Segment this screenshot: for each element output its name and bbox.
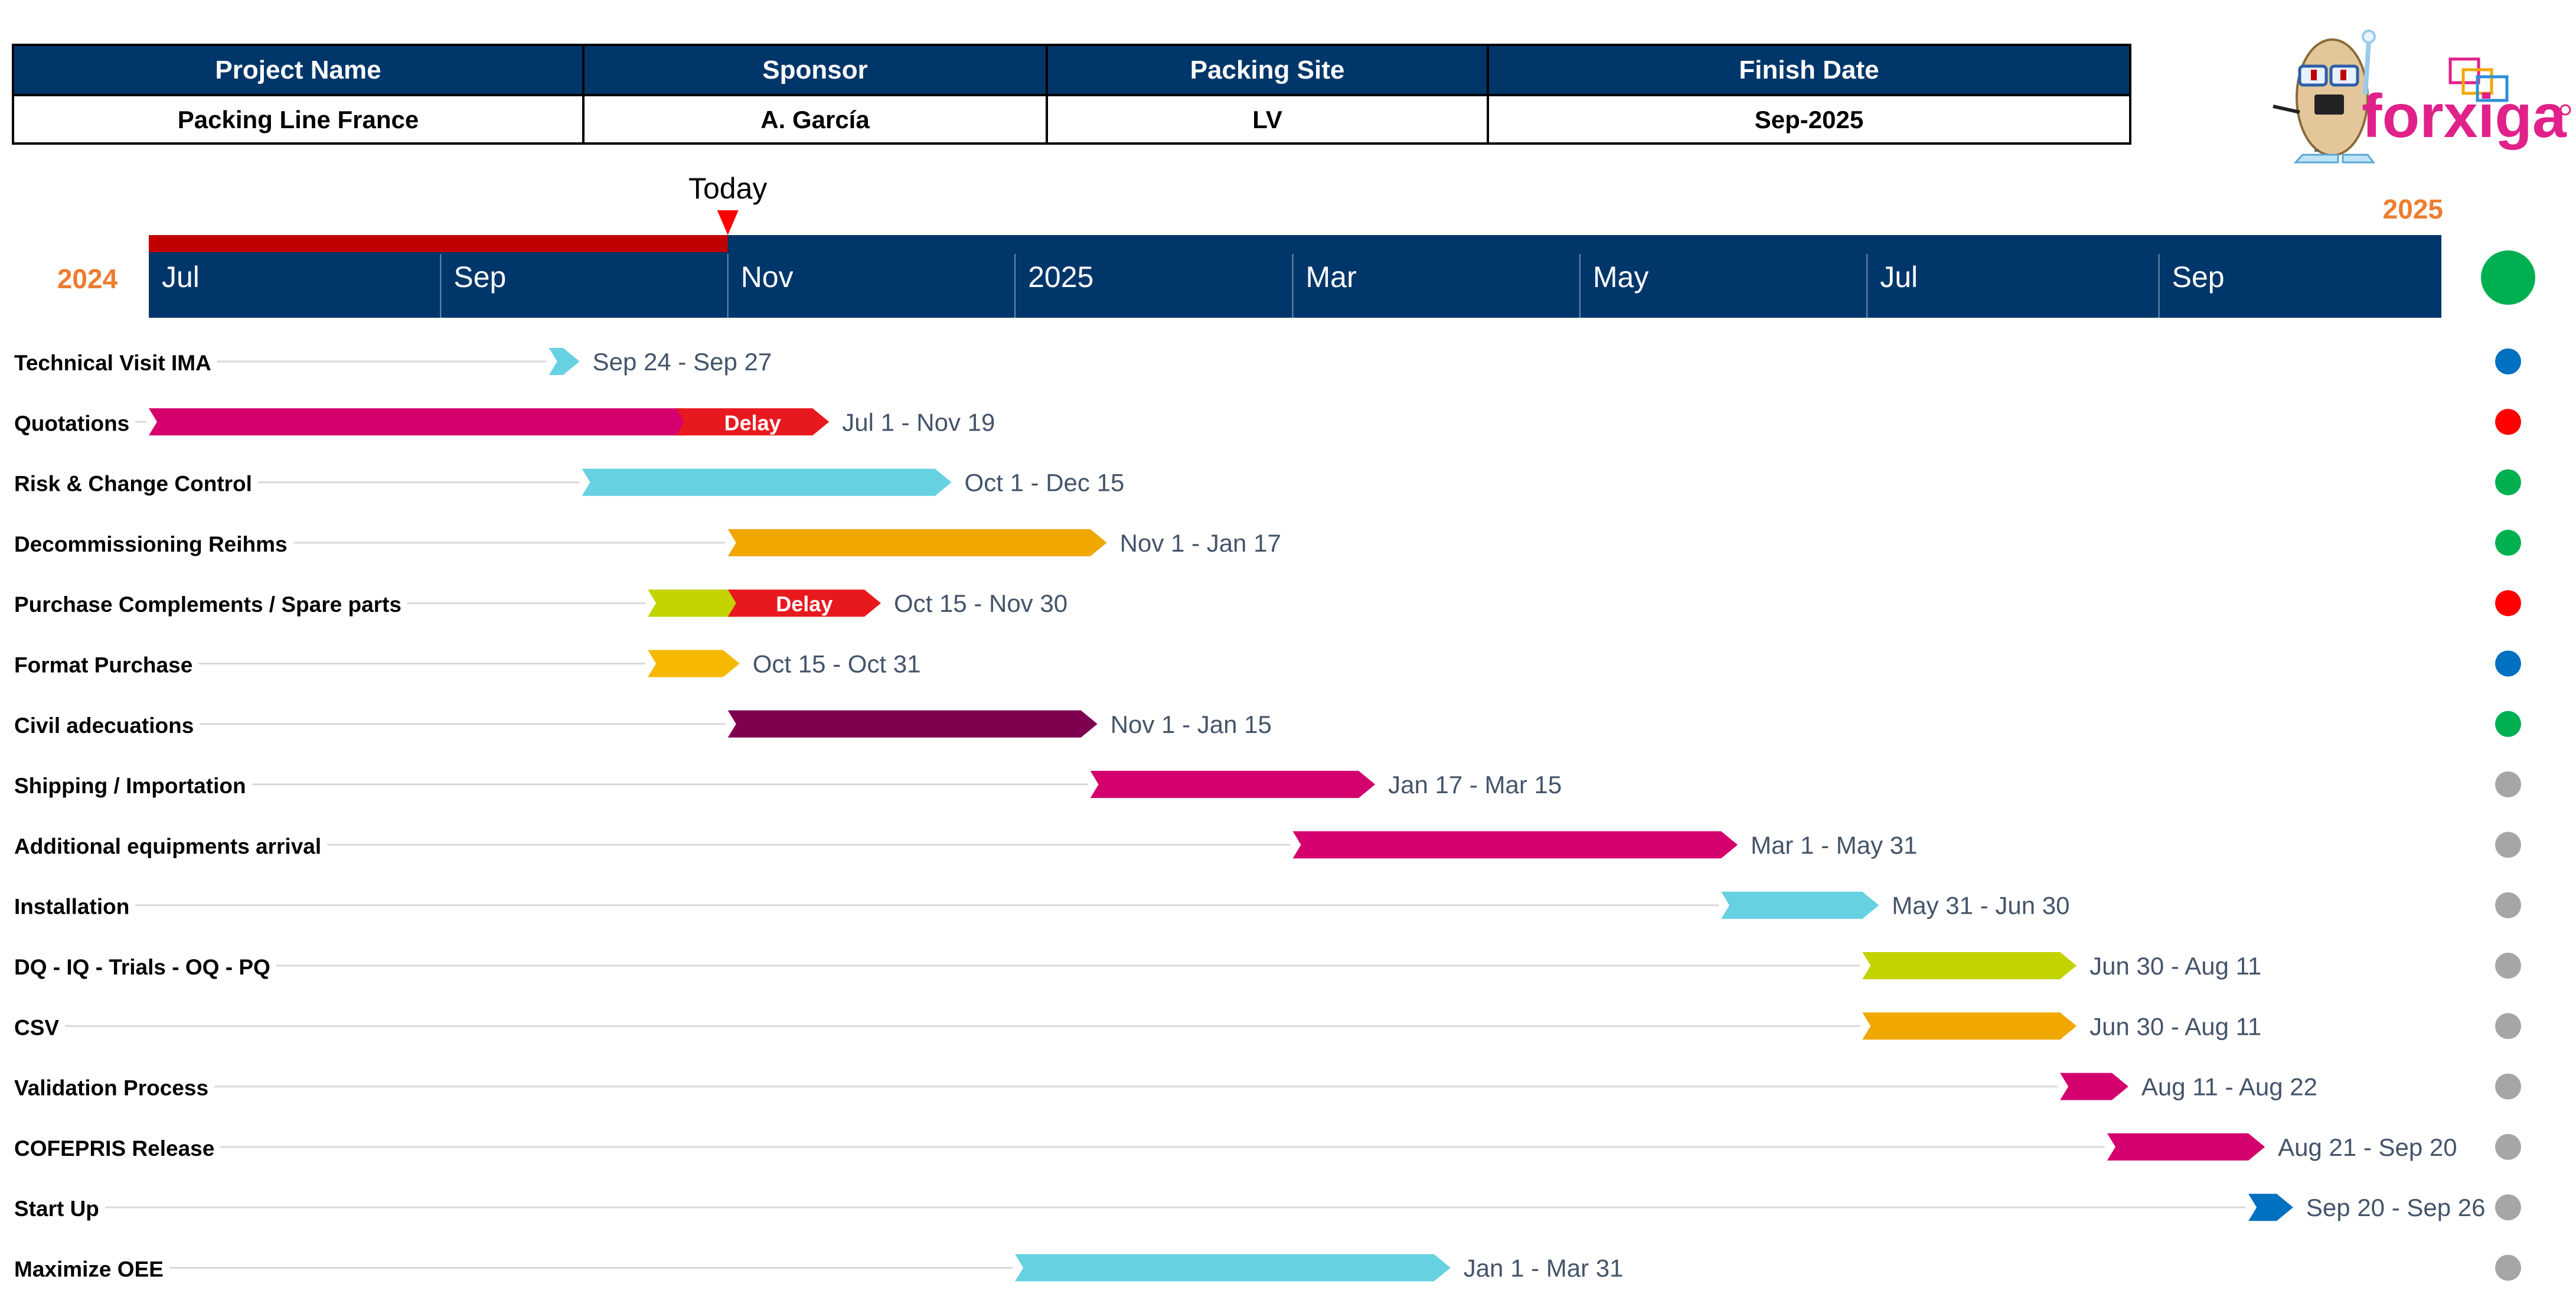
elapsed-progress-bar: [149, 235, 728, 252]
value-label: Packing Line France: [178, 106, 419, 133]
gantt-chart: Project Name Packing Line France Sponsor A.…: [12, 30, 2571, 1282]
today-label: Today: [688, 172, 767, 205]
task-name: Installation: [14, 895, 129, 919]
task-date-range: Nov 1 - Jan 15: [1111, 711, 1272, 738]
task-status-indicator: [2495, 469, 2521, 496]
task-status-indicator: [2495, 953, 2521, 979]
overall-status-indicator: [2481, 250, 2535, 305]
task-name: Maximize OEE: [14, 1257, 164, 1282]
task-date-range: Jun 30 - Aug 11: [2089, 1012, 2261, 1040]
task-status-indicator: [2495, 832, 2521, 858]
mascot-icon: [2273, 30, 2376, 164]
end-year-label: 2025: [2383, 194, 2443, 224]
delay-label: Delay: [724, 410, 781, 435]
task-name: COFEPRIS Release: [14, 1136, 214, 1161]
task-bar: [149, 408, 685, 436]
task-row: Purchase Complements / Spare parts Delay O…: [14, 589, 2521, 617]
axis-tick-label: Jul: [162, 260, 200, 294]
task-date-range: Jun 30 - Aug 11: [2089, 952, 2261, 980]
task-bar: [2107, 1133, 2265, 1161]
task-date-range: Oct 15 - Oct 31: [753, 650, 921, 678]
task-name: CSV: [14, 1015, 59, 1039]
task-name: Technical Visit IMA: [14, 351, 211, 375]
task-name: DQ - IQ - Trials - OQ - PQ: [14, 955, 270, 979]
task-guide-lines: [65, 360, 2247, 1269]
task-date-range: Aug 21 - Sep 20: [2278, 1133, 2457, 1161]
task-status-indicator: [2495, 590, 2521, 617]
task-date-range: Jul 1 - Nov 19: [842, 408, 995, 436]
task-name: Shipping / Importation: [14, 774, 246, 798]
task-bar: [727, 710, 1098, 738]
value-label: LV: [1252, 106, 1282, 133]
task-name: Additional equipments arrival: [14, 834, 321, 858]
brand-wordmark: forxiga: [2362, 82, 2567, 151]
task-bar: [1721, 891, 1879, 919]
task-name: Purchase Complements / Spare parts: [14, 592, 401, 617]
task-status-indicator: [2495, 1073, 2521, 1100]
task-name: Civil adecuations: [14, 713, 194, 738]
task-name: Quotations: [14, 411, 129, 435]
task-bar: [1862, 1012, 2077, 1040]
task-name: Decommissioning Reihms: [14, 532, 288, 556]
timeline-header: Today 2024 2025 Jul Sep Nov 2025 Mar May Jul Sep: [57, 172, 2535, 318]
task-status-indicator: [2495, 1133, 2521, 1160]
gantt-page: Project Name Packing Line France Sponsor A.…: [0, 0, 2576, 1294]
task-bar: [548, 348, 580, 375]
task-bar: [1292, 831, 1738, 859]
task-status-indicator: [2495, 1013, 2521, 1039]
brand-logo: forxiga: [2273, 30, 2571, 164]
task-date-range: Mar 1 - May 31: [1751, 831, 1917, 859]
task-date-range: Sep 20 - Sep 26: [2306, 1194, 2486, 1221]
task-date-range: Jan 1 - Mar 31: [1464, 1254, 1624, 1282]
header-label: Packing Site: [1190, 56, 1345, 84]
axis-tick-label: Jul: [1880, 260, 1918, 294]
axis-tick-label: Sep: [453, 260, 506, 294]
task-name: Validation Process: [14, 1076, 208, 1100]
axis-tick-label: 2025: [1028, 260, 1093, 294]
task-bar: [2248, 1194, 2293, 1221]
task-status-indicator: [2495, 650, 2521, 677]
task-bar: [1090, 771, 1376, 799]
task-bar: [648, 589, 736, 617]
task-date-range: Jan 17 - Mar 15: [1388, 771, 1562, 799]
delay-label: Delay: [776, 592, 832, 616]
task-status-indicator: [2495, 892, 2521, 918]
task-status-indicator: [2495, 1194, 2521, 1221]
value-label: Sep-2025: [1755, 106, 1863, 133]
task-name: Start Up: [14, 1197, 99, 1221]
header-label: Sponsor: [762, 56, 867, 84]
task-status-indicator: [2495, 771, 2521, 798]
task-bar: [727, 529, 1107, 556]
task-status-indicator: [2495, 409, 2521, 435]
header-label: Finish Date: [1739, 56, 1879, 84]
project-info-table: Project Name Packing Line France Sponsor A.…: [12, 44, 2131, 145]
task-date-range: Aug 11 - Aug 22: [2141, 1073, 2317, 1101]
header-label: Project Name: [215, 56, 381, 84]
task-date-range: May 31 - Jun 30: [1892, 892, 2069, 920]
task-list: Technical Visit IMA Sep 24 - Sep 27 Quotat…: [14, 348, 2521, 1282]
task-bar: [648, 650, 740, 677]
task-bar: [2060, 1073, 2128, 1100]
task-name: Risk & Change Control: [14, 472, 252, 496]
axis-tick-label: Sep: [2172, 260, 2225, 294]
value-label: A. García: [760, 106, 870, 133]
task-bar: [1862, 952, 2077, 979]
task-date-range: Oct 15 - Nov 30: [894, 589, 1067, 617]
task-status-indicator: [2495, 348, 2521, 374]
axis-tick-label: May: [1593, 260, 1648, 294]
task-bar: [582, 468, 952, 496]
task-name: Format Purchase: [14, 653, 192, 677]
task-date-range: Nov 1 - Jan 17: [1120, 529, 1281, 557]
task-bar: [1015, 1254, 1451, 1282]
task-status-indicator: [2495, 1254, 2521, 1281]
axis-tick-label: Mar: [1306, 260, 1357, 294]
today-marker: [717, 210, 739, 235]
axis-tick-label: Nov: [741, 260, 794, 294]
task-date-range: Sep 24 - Sep 27: [593, 348, 772, 376]
task-row: Quotations Delay Jul 1 - Nov 19: [14, 408, 2521, 436]
task-date-range: Oct 1 - Dec 15: [965, 469, 1125, 497]
task-status-indicator: [2495, 711, 2521, 737]
start-year-label: 2024: [57, 263, 118, 294]
task-status-indicator: [2495, 529, 2521, 556]
